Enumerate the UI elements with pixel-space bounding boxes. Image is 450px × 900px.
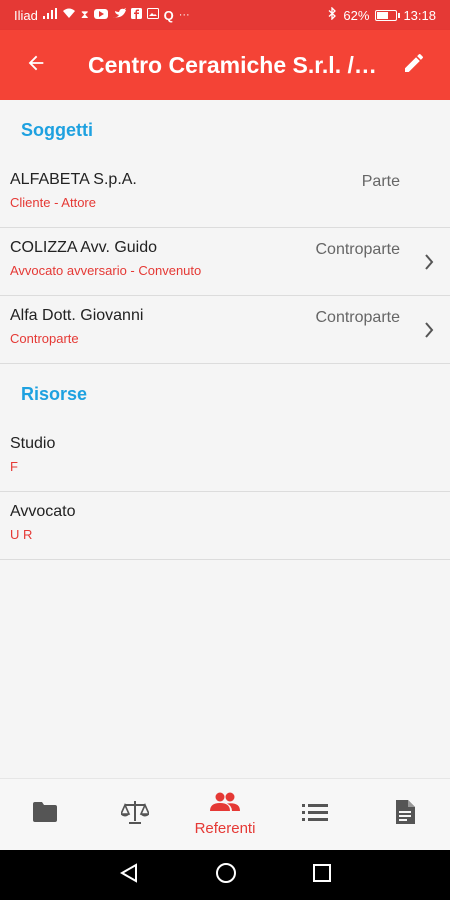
back-button[interactable]: [14, 43, 58, 87]
section-header-soggetti: Soggetti: [21, 119, 93, 140]
nav-item-list[interactable]: [270, 779, 360, 850]
status-left: Iliad ⧗ Q ···: [14, 8, 190, 23]
document-icon: [394, 799, 416, 830]
signal-icon: [42, 8, 57, 22]
status-bar: Iliad ⧗ Q ··· 62% 13:18: [0, 0, 450, 30]
nav-item-referenti[interactable]: Referenti: [180, 779, 270, 850]
nav-item-folder[interactable]: [0, 779, 90, 850]
battery-fill: [377, 11, 388, 19]
wifi-icon: [62, 8, 76, 22]
edit-pencil-icon: [402, 51, 426, 80]
folder-icon: [32, 801, 58, 828]
back-triangle-icon[interactable]: [118, 862, 140, 889]
recents-square-icon[interactable]: [312, 863, 332, 888]
item-role: Controparte: [315, 241, 401, 258]
chevron-right-icon: [422, 320, 436, 340]
battery-percent: 62%: [343, 7, 370, 23]
scale-icon: [119, 799, 151, 830]
arrow-back-icon: [25, 52, 47, 79]
item-subtitle: U R: [10, 527, 33, 542]
page-title: Centro Ceramiche S.r.l. /…: [88, 51, 377, 78]
item-subtitle: Controparte: [10, 331, 79, 346]
item-subtitle: Avvocato avversario - Convenuto: [10, 263, 202, 278]
list-icon: [302, 802, 328, 827]
item-subtitle: Cliente - Attore: [10, 195, 96, 210]
list-item-risorsa[interactable]: Avvocato U R: [0, 492, 450, 560]
status-right: 62% 13:18: [328, 6, 436, 23]
chevron-right-icon: [422, 252, 436, 272]
item-role: Controparte: [315, 309, 401, 326]
youtube-icon: [93, 8, 108, 22]
twitter-icon: [112, 8, 126, 22]
item-title: Studio: [10, 435, 56, 452]
edit-button[interactable]: [392, 43, 436, 87]
bluetooth-icon: [328, 6, 337, 23]
nav-item-scale[interactable]: [90, 779, 180, 850]
home-circle-icon[interactable]: [215, 862, 237, 889]
content-list: Soggetti ALFABETA S.p.A. Cliente - Attor…: [0, 100, 450, 778]
carrier-label: Iliad: [14, 7, 38, 23]
list-item-soggetto[interactable]: COLIZZA Avv. Guido Avvocato avversario -…: [0, 228, 450, 296]
system-nav-bar: [0, 850, 450, 900]
nav-item-document[interactable]: [360, 779, 450, 850]
app-bar: Centro Ceramiche S.r.l. /…: [0, 30, 450, 100]
item-subtitle: F: [10, 459, 18, 474]
more-icon: ···: [178, 8, 190, 21]
item-role: Parte: [361, 173, 400, 190]
section-header-risorse: Risorse: [21, 383, 88, 404]
hourglass-icon: ⧗: [80, 8, 89, 21]
list-item-soggetto[interactable]: Alfa Dott. Giovanni Controparte Contropa…: [0, 296, 450, 364]
list-item-soggetto[interactable]: ALFABETA S.p.A. Cliente - Attore Parte: [0, 160, 450, 228]
people-icon: [210, 792, 240, 817]
item-title: Avvocato: [10, 503, 76, 520]
bottom-nav: Referenti: [0, 778, 450, 850]
list-item-risorsa[interactable]: Studio F: [0, 424, 450, 492]
nav-label-referenti: Referenti: [194, 820, 256, 837]
photo-icon: [146, 8, 159, 22]
q-icon: Q: [163, 7, 174, 23]
facebook-icon: [130, 8, 142, 22]
clock: 13:18: [403, 7, 436, 23]
battery-icon: [375, 9, 401, 21]
